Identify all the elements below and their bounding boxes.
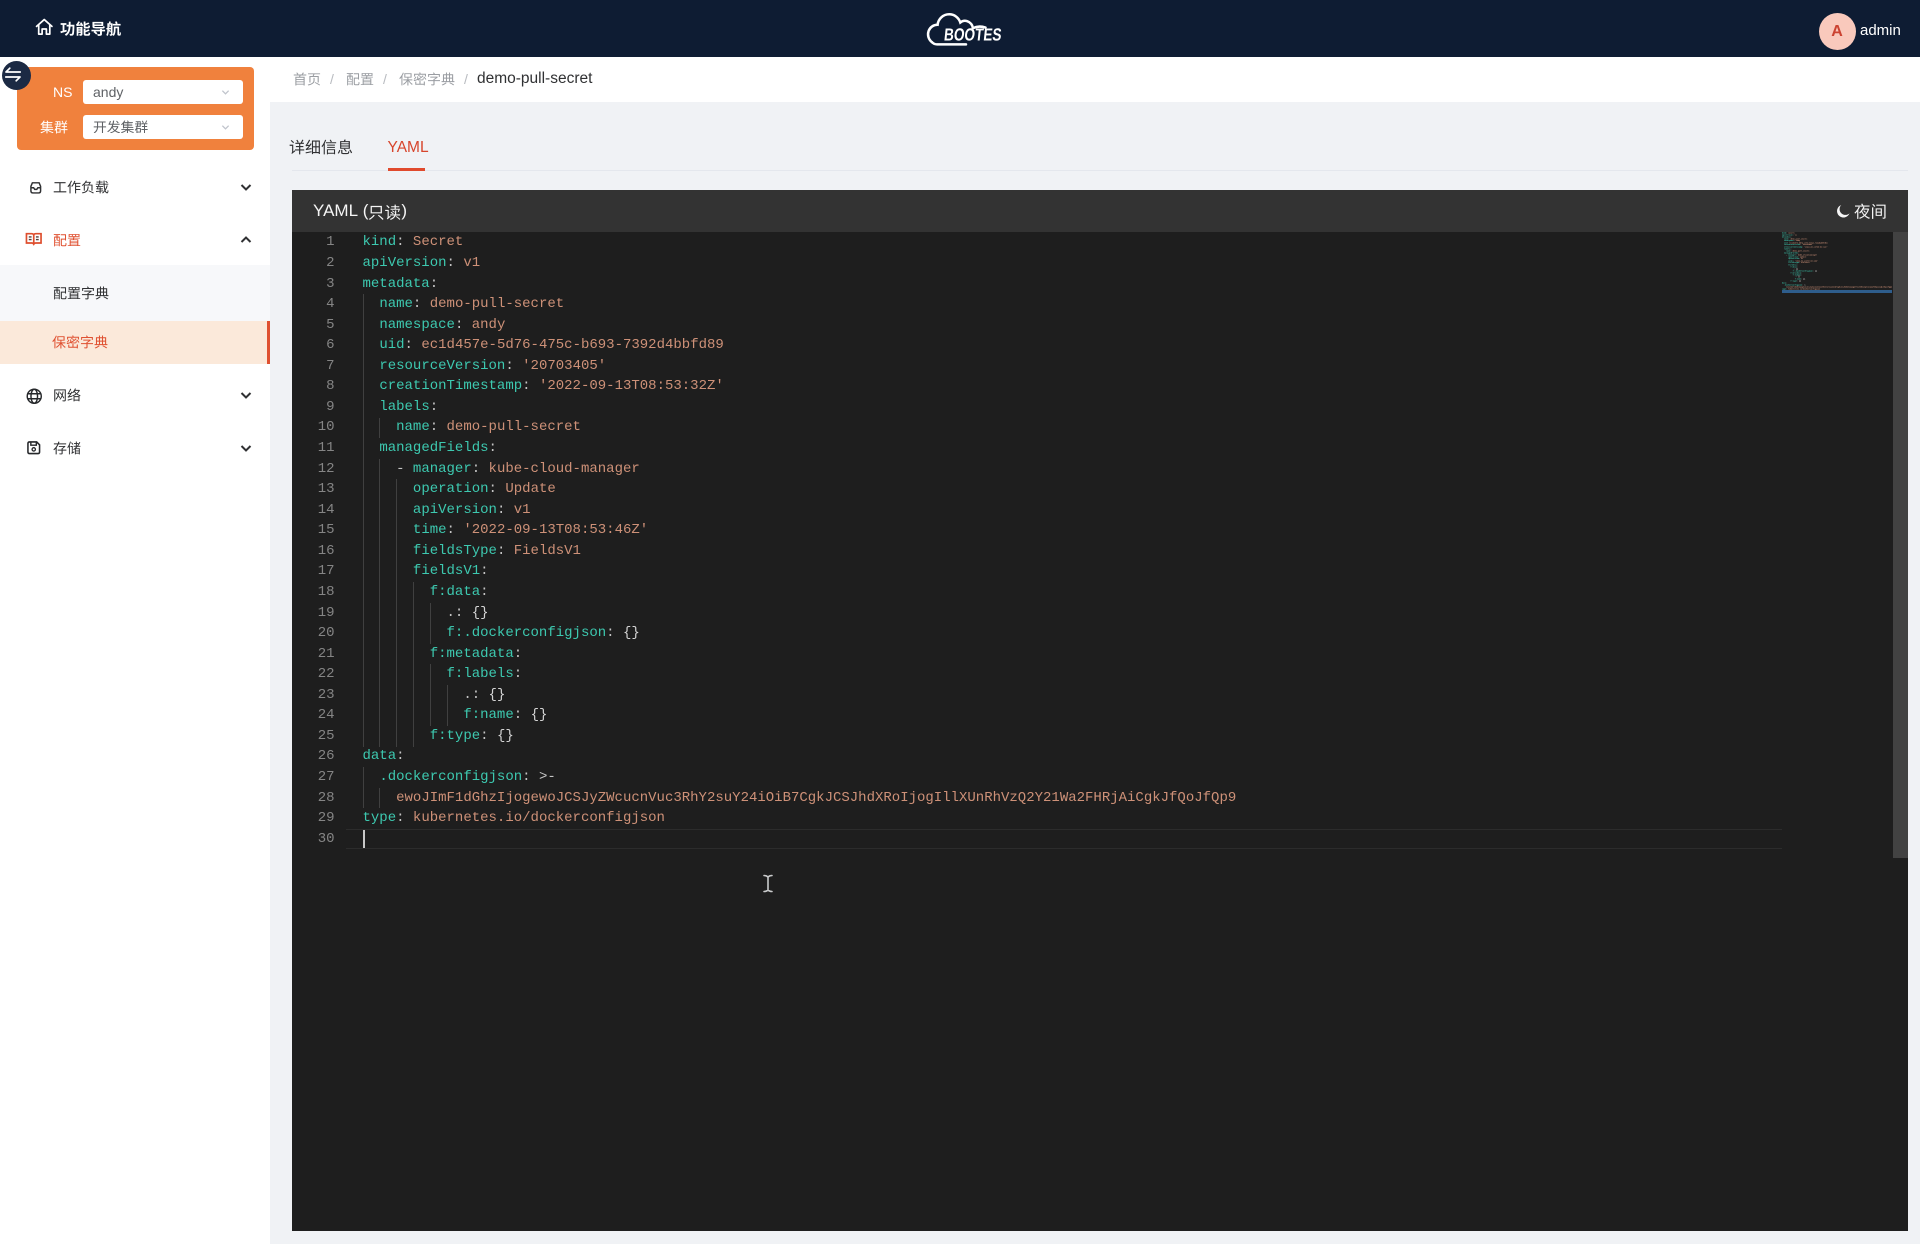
- svg-text:BOOTES: BOOTES: [943, 24, 1003, 44]
